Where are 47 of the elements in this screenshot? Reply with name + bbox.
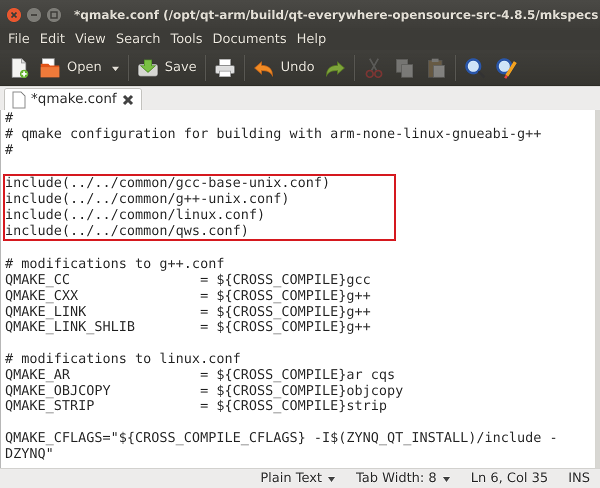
copy-icon: [394, 57, 416, 79]
status-text: INS: [567, 470, 591, 488]
close-icon[interactable]: [120, 92, 135, 106]
code-line: #: [5, 111, 14, 127]
code-line: # modifications to g++.conf: [5, 257, 226, 273]
code-line: # modifications to linux.conf: [5, 352, 242, 368]
menu-item[interactable]: File: [3, 30, 35, 50]
menu-item[interactable]: Search: [110, 30, 166, 50]
code-line: QMAKE_LINK = ${CROSS_COMPILE}g++: [5, 304, 372, 320]
code-line: include(../../common/g++-unix.conf): [5, 192, 290, 208]
code-line: include(../../common/gcc-base-unix.conf): [5, 176, 332, 192]
menu-item[interactable]: Tools: [165, 30, 208, 50]
caret-icon: [327, 474, 336, 482]
printer-icon: [214, 57, 236, 79]
menu-item[interactable]: Documents: [208, 30, 292, 50]
status-dropdown[interactable]: Tab Width: 8: [346, 468, 461, 488]
file-tab[interactable]: *qmake.conf: [4, 88, 142, 110]
status-dropdown[interactable]: Plain Text: [250, 468, 346, 488]
toolbar-button[interactable]: Undo: [248, 55, 319, 81]
code-line: QMAKE_OBJCOPY = ${CROSS_COMPILE}objcopy: [5, 384, 404, 400]
search-icon: [464, 57, 486, 79]
code-line: QMAKE_STRIP = ${CROSS_COMPILE}strip: [5, 399, 388, 416]
find-replace-icon: [494, 57, 517, 79]
code-line: #: [5, 142, 14, 158]
menu-item[interactable]: View: [70, 30, 111, 50]
status-text: Ln 6, Col 35: [470, 470, 550, 488]
scissors-icon: [362, 57, 385, 79]
menu-item[interactable]: Edit: [34, 30, 70, 50]
code-line: QMAKE_AR = ${CROSS_COMPILE}ar cqs: [5, 368, 396, 384]
code-line: # qmake configuration for building with arm-none-linux-gnueabi-g++: [5, 126, 542, 143]
caret-icon: [110, 64, 120, 72]
toolbar-button[interactable]: Save: [132, 55, 201, 81]
code-line: QMAKE_CFLAGS="${CROSS_COMPILE_CFLAGS} -I$(ZYNQ_QT_INSTALL)/include -: [5, 430, 559, 447]
folder-icon: [39, 57, 61, 79]
menu-item[interactable]: Help: [292, 30, 332, 50]
minimize-icon[interactable]: [26, 7, 42, 23]
code-line: QMAKE_LINK_SHLIB = ${CROSS_COMPILE}g++: [5, 320, 372, 336]
caret-icon: [442, 474, 451, 482]
code-line: DZYNQ": [5, 446, 55, 463]
code-line: include(../../common/qws.conf): [5, 224, 250, 240]
code-line: QMAKE_CC = ${CROSS_COMPILE}gcc: [5, 272, 372, 289]
maximize-icon[interactable]: [46, 7, 62, 23]
toolbar-button[interactable]: Open: [35, 55, 106, 81]
code-line: QMAKE_CXX = ${CROSS_COMPILE}g++: [5, 288, 372, 305]
code-line: include(../../common/linux.conf): [5, 208, 266, 224]
window-title: *qmake.conf (/opt/qt-arm/build/qt-everywhere-opensource-src-4.8.5/mkspecs: [74, 7, 598, 24]
save-icon: [136, 57, 159, 79]
